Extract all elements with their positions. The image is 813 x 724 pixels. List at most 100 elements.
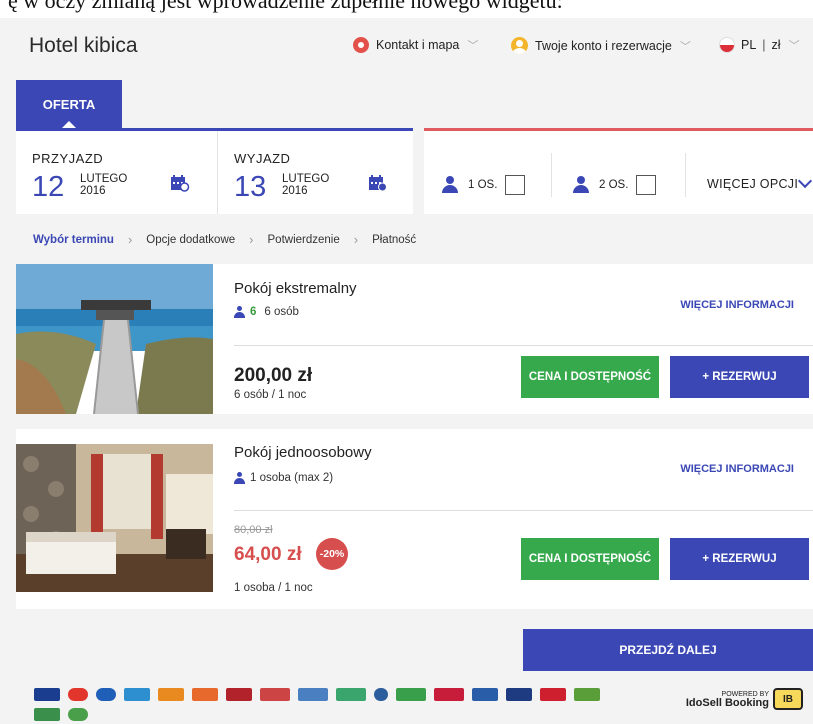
departure-year: 2016 xyxy=(282,185,308,197)
chevron-right-icon: › xyxy=(353,232,359,247)
guest-option-2[interactable]: 2 OS. xyxy=(573,175,657,195)
bank-logo-icon xyxy=(574,688,600,701)
tab-oferta-label: OFERTA xyxy=(42,96,96,112)
person-icon xyxy=(442,176,458,194)
guest-option-1-label: 1 OS. xyxy=(468,179,498,191)
price-unit: 1 osoba / 1 noc xyxy=(234,582,313,594)
map-pin-icon xyxy=(353,37,369,53)
amex-logo-icon xyxy=(124,688,150,701)
departure-day: 13 xyxy=(234,171,267,203)
iko-logo-icon xyxy=(540,688,566,701)
caption-text: ę w oczy zmianą jest wprowadzenie zupełn… xyxy=(8,0,563,13)
arrival-year: 2016 xyxy=(80,185,106,197)
discover-logo-icon xyxy=(158,688,184,701)
millennium-logo-icon xyxy=(226,688,252,701)
plusbank-logo-icon xyxy=(396,688,426,701)
person-icon xyxy=(234,472,245,484)
more-options-button[interactable]: WIĘCEJ OPCJI xyxy=(707,173,813,191)
guest-option-1-checkbox[interactable] xyxy=(505,175,526,195)
departure-month-year: LUTEGO 2016 xyxy=(282,173,329,197)
room-price: 200,00 zł xyxy=(234,365,313,386)
room-divider xyxy=(234,510,813,511)
contact-map-label: Kontakt i mapa xyxy=(376,38,460,52)
language-currency-menu[interactable]: PL | zł ﹀ xyxy=(719,37,800,53)
chevron-right-icon: › xyxy=(127,232,133,247)
guests-panel: 1 OS. 2 OS. WIĘCEJ OPCJI xyxy=(424,128,813,214)
contact-map-menu[interactable]: Kontakt i mapa ﹀ xyxy=(353,37,478,53)
payment-methods-row2 xyxy=(34,708,88,721)
old-price: 80,00 zł xyxy=(234,524,273,536)
guest-option-2-checkbox[interactable] xyxy=(636,175,657,195)
arrival-month: LUTEGO xyxy=(80,173,128,185)
price-unit: 6 osób / 1 noc xyxy=(234,389,307,401)
powered-by-text: POWERED BY IdoSell Booking xyxy=(686,691,769,709)
room-photo-extreme[interactable] xyxy=(16,264,213,414)
page-caption-strip: ę w oczy zmianą jest wprowadzenie zupełn… xyxy=(0,0,813,18)
bank-logo-icon xyxy=(298,688,328,701)
arrival-label: PRZYJAZD xyxy=(32,151,104,166)
calendar-departure-icon[interactable] xyxy=(368,174,388,192)
user-account-icon xyxy=(511,37,528,54)
breadcrumb-step-payment: Płatność xyxy=(372,233,417,246)
breadcrumb-step-extras: Opcje dodatkowe xyxy=(146,233,236,246)
mastercard-logo-icon xyxy=(68,688,88,701)
bank-logo-icon xyxy=(472,688,498,701)
departure-date-picker[interactable]: WYJAZD 13 LUTEGO 2016 xyxy=(218,131,413,214)
book-button[interactable]: + REZERWUJ xyxy=(670,538,809,580)
bank-logo-icon xyxy=(68,708,88,721)
tab-oferta[interactable]: OFERTA xyxy=(16,80,122,129)
mbank-logo-icon xyxy=(434,688,464,701)
idosell-logo-icon: IB xyxy=(773,688,803,710)
chevron-down-icon: ﹀ xyxy=(467,40,479,52)
chevron-right-icon: › xyxy=(249,232,254,247)
room-name[interactable]: Pokój jednoosobowy xyxy=(234,444,372,461)
bank-logo-icon xyxy=(374,688,388,701)
chevron-down-icon xyxy=(798,173,813,189)
room-price-sale: 64,00 zł xyxy=(234,544,302,565)
bank-logo-icon xyxy=(192,688,218,701)
payment-methods xyxy=(34,688,600,701)
dates-panel: PRZYJAZD 12 LUTEGO 2016 WYJAZD 13 LUTEGO… xyxy=(16,128,413,214)
room-name[interactable]: Pokój ekstremalny xyxy=(234,280,357,297)
bank-logo-icon xyxy=(260,688,290,701)
room-photo-single[interactable] xyxy=(16,444,213,592)
breadcrumb-step-term[interactable]: Wybór terminu xyxy=(33,234,114,246)
room-capacity: 6 6 osób xyxy=(234,306,299,318)
visa-logo-icon xyxy=(34,688,60,701)
more-info-link[interactable]: WIĘCEJ INFORMACJI xyxy=(680,463,794,475)
capacity-count: 6 xyxy=(250,306,257,318)
hotel-title: Hotel kibica xyxy=(29,34,138,57)
capacity-label: 6 osób xyxy=(264,306,299,318)
room-capacity: 1 osoba (max 2) xyxy=(234,472,333,484)
guest-divider xyxy=(551,153,552,197)
room-card-extreme: Pokój ekstremalny 6 6 osób WIĘCEJ INFORM… xyxy=(16,264,813,414)
calendar-arrival-icon[interactable] xyxy=(170,174,190,192)
more-info-link[interactable]: WIĘCEJ INFORMACJI xyxy=(680,299,794,311)
powered-by-idosell: POWERED BY IdoSell Booking IB xyxy=(686,688,803,710)
room-divider xyxy=(234,345,813,346)
more-options-label: WIĘCEJ OPCJI xyxy=(707,177,799,191)
breadcrumb: Wybór terminu › Opcje dodatkowe › Potwie… xyxy=(33,232,416,247)
account-label: Twoje konto i rezerwacje xyxy=(535,38,672,53)
pko-logo-icon xyxy=(506,688,532,701)
language-label: PL xyxy=(741,38,757,52)
arrival-month-year: LUTEGO 2016 xyxy=(80,173,127,197)
currency-label: zł xyxy=(771,38,781,52)
account-menu[interactable]: Twoje konto i rezerwacje ﹀ xyxy=(511,37,691,54)
room-card-single: Pokój jednoosobowy 1 osoba (max 2) WIĘCE… xyxy=(16,429,813,609)
next-step-button[interactable]: PRZEJDŹ DALEJ xyxy=(523,629,813,671)
top-header: Hotel kibica Kontakt i mapa ﹀ Twoje kont… xyxy=(12,18,813,74)
book-button[interactable]: + REZERWUJ xyxy=(670,356,809,398)
departure-label: WYJAZD xyxy=(234,151,291,166)
guest-option-1[interactable]: 1 OS. xyxy=(442,175,526,195)
guest-option-2-label: 2 OS. xyxy=(599,179,629,191)
breadcrumb-step-confirm: Potwierdzenie xyxy=(267,233,340,246)
bank-logo-icon xyxy=(34,708,60,721)
guest-divider xyxy=(685,153,686,197)
divider-pipe: | xyxy=(762,38,766,52)
departure-month: LUTEGO xyxy=(282,173,330,185)
bank-logo-icon xyxy=(336,688,366,701)
price-availability-button[interactable]: CENA I DOSTĘPNOŚĆ xyxy=(521,356,659,398)
price-availability-button[interactable]: CENA I DOSTĘPNOŚĆ xyxy=(521,538,659,580)
arrival-date-picker[interactable]: PRZYJAZD 12 LUTEGO 2016 xyxy=(16,131,217,214)
